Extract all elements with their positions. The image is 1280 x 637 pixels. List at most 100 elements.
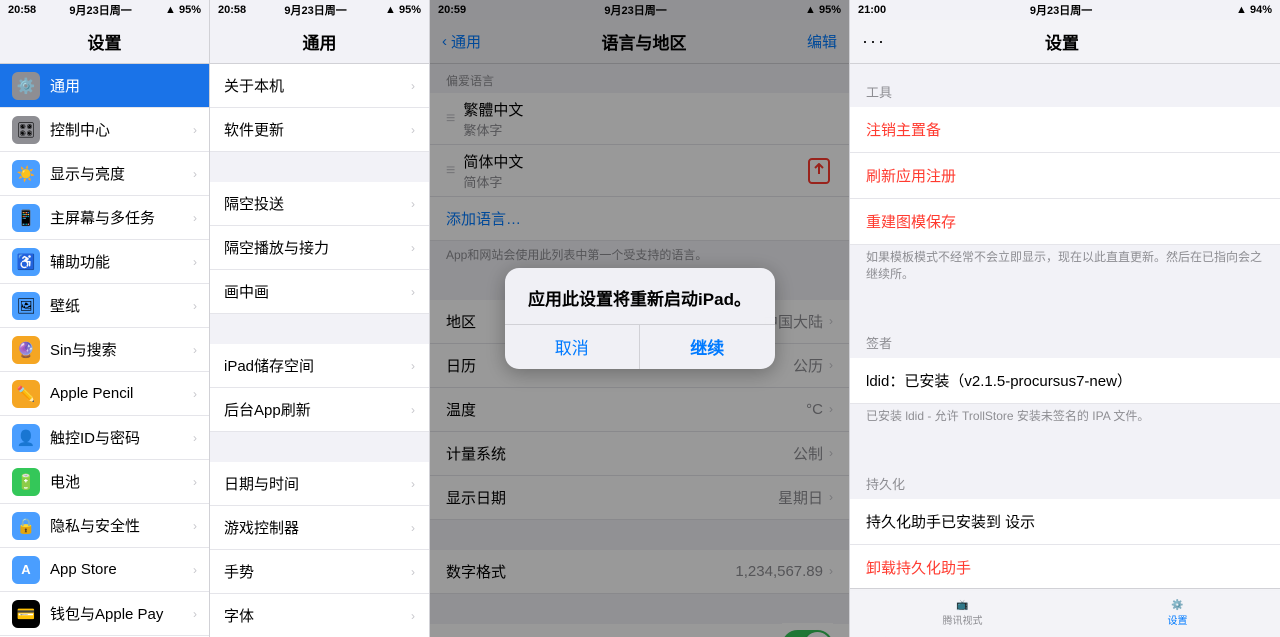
sidebar-item-faceid[interactable]: 👤 触控ID与密码 › [0,416,209,460]
background-refresh-item[interactable]: 后台App刷新 › [210,388,429,432]
panel1-title: 设置 [88,29,122,54]
gamecontroller-label: 游戏控制器 [224,517,411,538]
sidebar-item-siri[interactable]: 🔮 Sin与搜索 › [0,328,209,372]
chevron-icon: › [193,211,197,225]
restart-dialog: 应用此设置将重新启动iPad。 取消 继续 [505,268,775,368]
sidebar-item-siri-label: Sin与搜索 [50,339,193,360]
panel2-title: 通用 [303,29,337,54]
date-panel4: 9月23日周一 [1030,2,1092,18]
ldid-label: ldid：已安装（v2.1.5-procursus7-new） [866,370,1264,391]
dialog-continue-button[interactable]: 继续 [640,325,775,369]
title-bar-panel2: 通用 [210,20,429,64]
gesture-label: 手势 [224,561,411,582]
sidebar-item-appstore[interactable]: A App Store › [0,548,209,592]
rebuild-icon-cache-item[interactable]: 重建图模保存 [850,199,1280,245]
dialog-cancel-button[interactable]: 取消 [505,325,641,369]
trollstore-content: 工具 注销主置备 刷新应用注册 重建图模保存 如果模板模式不经常不会立即显示，现… [850,64,1280,637]
rebuild-icon-cache-label: 重建图模保存 [866,211,956,232]
airplay-item[interactable]: 隔空播放与接力 › [210,226,429,270]
battery-icon: 🔋 [12,468,40,496]
gamecontroller-item[interactable]: 游戏控制器 › [210,506,429,550]
ldid-desc: 已安装 ldid - 允许 TrollStore 安装未签名的 IPA 文件。 [850,404,1280,433]
wallet-icon: 💳 [12,600,40,628]
tab-tencent[interactable]: 📺 腾讯视式 [943,600,983,627]
settings-menu-list: ⚙️ 通用 🎛 控制中心 › ☀️ 显示与亮度 › 📱 主屏幕与多任务 › ♿ … [0,64,209,637]
status-bar-panel4: 21:00 9月23日周一 ▲ 94% [850,0,1280,20]
dialog-overlay: 应用此设置将重新启动iPad。 取消 继续 [430,0,849,637]
about-label: 关于本机 [224,75,411,96]
background-refresh-label: 后台App刷新 [224,399,411,420]
section-divider [850,291,1280,315]
airplay-label: 隔空播放与接力 [224,237,411,258]
datetime-item[interactable]: 日期与时间 › [210,462,429,506]
status-bar-panel1: 20:58 9月23日周一 ▲ 95% [0,0,209,20]
sidebar-item-appstore-label: App Store [50,561,193,578]
sidebar-item-display-label: 显示与亮度 [50,163,193,184]
tab-settings-icon: ⚙️ [1171,600,1183,611]
chevron-icon: › [411,197,415,211]
sidebar-item-display[interactable]: ☀️ 显示与亮度 › [0,152,209,196]
dialog-content: 应用此设置将重新启动iPad。 [505,268,775,324]
pencil-icon: ✏️ [12,380,40,408]
sidebar-item-general-label: 通用 [50,75,197,96]
chevron-icon: › [193,387,197,401]
chevron-icon: › [193,299,197,313]
about-item[interactable]: 关于本机 › [210,64,429,108]
sidebar-item-battery[interactable]: 🔋 电池 › [0,460,209,504]
datetime-label: 日期与时间 [224,473,411,494]
chevron-icon: › [411,79,415,93]
sidebar-item-wallpaper[interactable]: 🖼 壁纸 › [0,284,209,328]
unregister-persistence-item[interactable]: 注销主置备 [850,107,1280,153]
sidebar-item-privacy[interactable]: 🔒 隐私与安全性 › [0,504,209,548]
display-icon: ☀️ [12,160,40,188]
sidebar-item-general[interactable]: ⚙️ 通用 [0,64,209,108]
unregister-persistence-label: 注销主置备 [866,119,941,140]
general-settings-list: 关于本机 › 软件更新 › 隔空投送 › 隔空播放与接力 › 画中画 › iPa… [210,64,429,637]
signal-panel1: ▲ 95% [165,4,201,16]
chevron-icon: › [193,255,197,269]
chevron-icon: › [193,123,197,137]
sidebar-item-wallpaper-label: 壁纸 [50,295,193,316]
airdrop-item[interactable]: 隔空投送 › [210,182,429,226]
panel-general-settings: 20:58 9月23日周一 ▲ 95% 通用 关于本机 › 软件更新 › 隔空投… [210,0,430,637]
pip-label: 画中画 [224,281,411,302]
section-divider [850,432,1280,456]
homescreen-icon: 📱 [12,204,40,232]
chevron-icon: › [411,241,415,255]
refresh-app-registrations-item[interactable]: 刷新应用注册 [850,153,1280,199]
nav-bar-panel4: ··· 设置 [850,20,1280,64]
chevron-icon: › [193,431,197,445]
chevron-icon: › [411,477,415,491]
dots-menu[interactable]: ··· [862,31,886,52]
gesture-item[interactable]: 手势 › [210,550,429,594]
chevron-icon: › [193,475,197,489]
airdrop-label: 隔空投送 [224,193,411,214]
sidebar-item-control-label: 控制中心 [50,119,193,140]
tab-bar: 📺 腾讯视式 ⚙️ 设置 [850,588,1280,637]
section-divider [210,314,429,344]
ldid-item: ldid：已安装（v2.1.5-procursus7-new） [850,358,1280,404]
chevron-icon: › [411,565,415,579]
sidebar-item-wallet[interactable]: 💳 钱包与Apple Pay › [0,592,209,636]
sidebar-item-homescreen[interactable]: 📱 主屏幕与多任务 › [0,196,209,240]
remove-persistence-item[interactable]: 卸载持久化助手 [850,545,1280,591]
general-icon: ⚙️ [12,72,40,100]
date-panel1: 9月23日周一 [69,2,131,18]
pip-item[interactable]: 画中画 › [210,270,429,314]
chevron-icon: › [193,343,197,357]
tab-settings-active: ⚙️ 设置 [1168,600,1188,627]
persistence-desc-item: 持久化助手已安装到 设示 [850,499,1280,545]
tab-tencent-icon: 📺 [956,600,968,611]
storage-item[interactable]: iPad储存空间 › [210,344,429,388]
font-item[interactable]: 字体 › [210,594,429,637]
chevron-icon: › [193,519,197,533]
software-update-item[interactable]: 软件更新 › [210,108,429,152]
sidebar-item-faceid-label: 触控ID与密码 [50,427,193,448]
sidebar-item-control[interactable]: 🎛 控制中心 › [0,108,209,152]
sidebar-item-accessibility[interactable]: ♿ 辅助功能 › [0,240,209,284]
sidebar-item-accessibility-label: 辅助功能 [50,251,193,272]
remove-persistence-label: 卸载持久化助手 [866,557,971,578]
signal-panel4: ▲ 94% [1236,4,1272,16]
storage-label: iPad储存空间 [224,355,411,376]
sidebar-item-pencil[interactable]: ✏️ Apple Pencil › [0,372,209,416]
